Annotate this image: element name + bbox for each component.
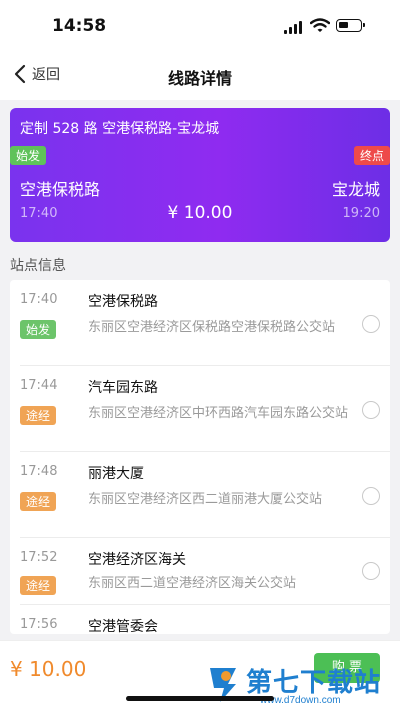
stop-time: 17:48	[20, 464, 58, 479]
route-name: 定制 528 路 空港保税路-宝龙城	[20, 121, 220, 137]
stop-address: 东丽区空港经济区保税路空港保税路公交站	[88, 320, 336, 335]
end-badge: 终点	[353, 146, 390, 165]
start-badge: 始发	[10, 146, 47, 165]
stop-badge: 途经	[20, 406, 57, 425]
stop-item[interactable]: 17:52 空港经济区海关 途经 东丽区西二道空港经济区海关公交站	[10, 538, 390, 604]
status-time: 14:58	[52, 16, 107, 36]
stop-item[interactable]: 17:44 汽车园东路 途经 东丽区空港经济区中环西路汽车园东路公交站	[10, 366, 390, 451]
nav-bar: 返回 线路详情	[0, 52, 400, 100]
status-bar: 14:58	[0, 0, 400, 52]
wifi-icon	[310, 18, 330, 32]
stop-name: 丽港大厦	[88, 466, 144, 482]
stops-list: 17:40 空港保税路 始发 东丽区空港经济区保税路空港保税路公交站 17:44…	[10, 280, 390, 634]
arrive-time: 19:20	[342, 206, 380, 221]
stop-address: 东丽区空港经济区西二道丽港大厦公交站	[88, 492, 323, 507]
battery-icon	[336, 19, 365, 32]
stop-item[interactable]: 17:40 空港保税路 始发 东丽区空港经济区保税路空港保税路公交站	[10, 280, 390, 365]
home-indicator	[126, 696, 274, 701]
stop-item[interactable]: 17:48 丽港大厦 途经 东丽区空港经济区西二道丽港大厦公交站	[10, 452, 390, 537]
origin-station: 空港保税路	[20, 180, 101, 199]
stop-name: 空港保税路	[88, 294, 158, 310]
stop-item[interactable]: 17:56 空港管委会	[10, 605, 390, 634]
route-price: ¥ 10.00	[167, 203, 233, 223]
total-price: ¥ 10.00	[10, 657, 87, 681]
watermark: 第七下载站 www.d7down.com	[206, 662, 396, 708]
page-title: 线路详情	[167, 69, 232, 88]
radio-unchecked-icon[interactable]	[362, 401, 380, 419]
stop-badge: 途经	[20, 576, 57, 595]
stop-badge: 始发	[20, 320, 57, 339]
stop-time: 17:44	[20, 378, 58, 393]
stop-time: 17:56	[20, 617, 58, 632]
section-title: 站点信息	[10, 258, 66, 274]
radio-unchecked-icon[interactable]	[362, 487, 380, 505]
stop-name: 汽车园东路	[88, 380, 158, 396]
watermark-text: 第七下载站	[246, 668, 382, 698]
radio-unchecked-icon[interactable]	[362, 562, 380, 580]
stop-time: 17:52	[20, 550, 58, 565]
stop-name: 空港经济区海关	[88, 552, 186, 568]
stop-badge: 途经	[20, 492, 57, 511]
stop-name: 空港管委会	[88, 619, 158, 634]
stop-address: 东丽区空港经济区中环西路汽车园东路公交站	[88, 406, 349, 421]
destination-station: 宝龙城	[331, 180, 380, 199]
radio-unchecked-icon[interactable]	[362, 315, 380, 333]
cellular-signal-icon	[284, 20, 304, 34]
stop-time: 17:40	[20, 292, 58, 307]
stop-address: 东丽区西二道空港经济区海关公交站	[88, 576, 297, 591]
